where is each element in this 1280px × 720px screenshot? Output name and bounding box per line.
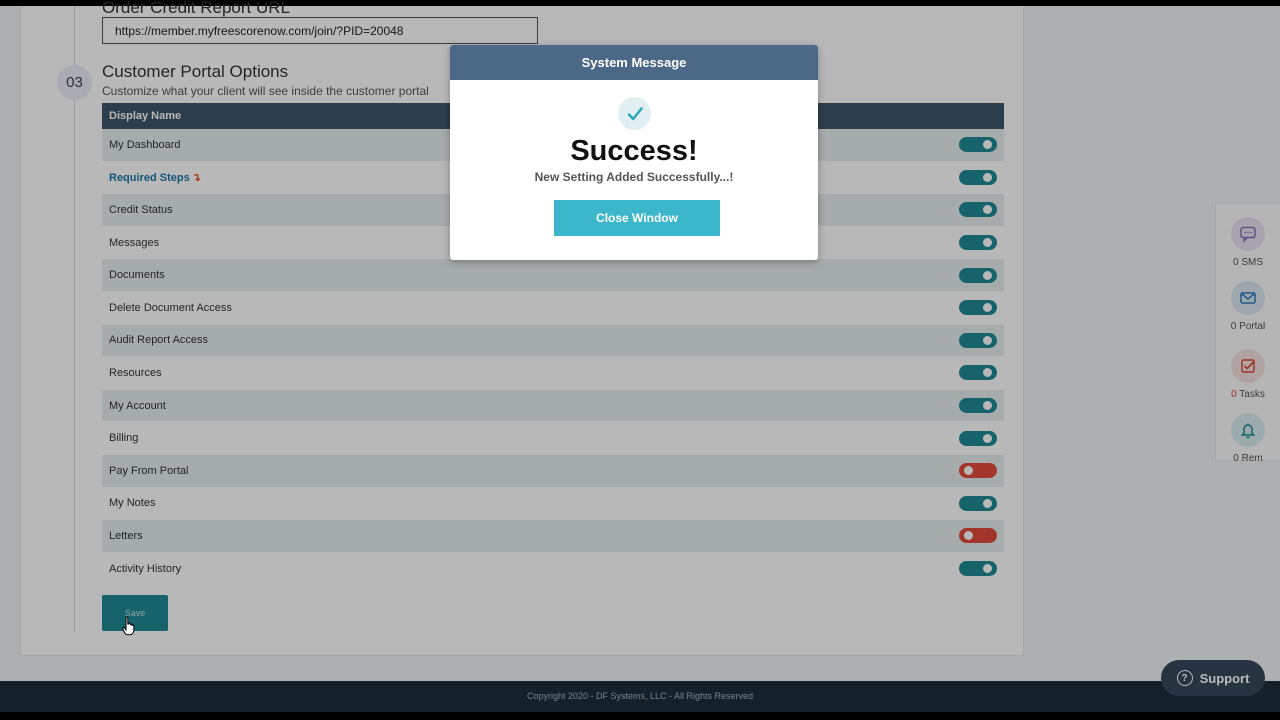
dialog-title: Success! xyxy=(570,135,698,167)
dialog-message: New Setting Added Successfully...! xyxy=(534,170,734,184)
close-window-button[interactable]: Close Window xyxy=(554,200,720,236)
success-check-icon xyxy=(618,97,651,130)
dialog-header: System Message xyxy=(450,45,818,80)
pointer-cursor-icon xyxy=(122,616,136,641)
system-message-dialog: System Message Success! New Setting Adde… xyxy=(450,45,818,260)
